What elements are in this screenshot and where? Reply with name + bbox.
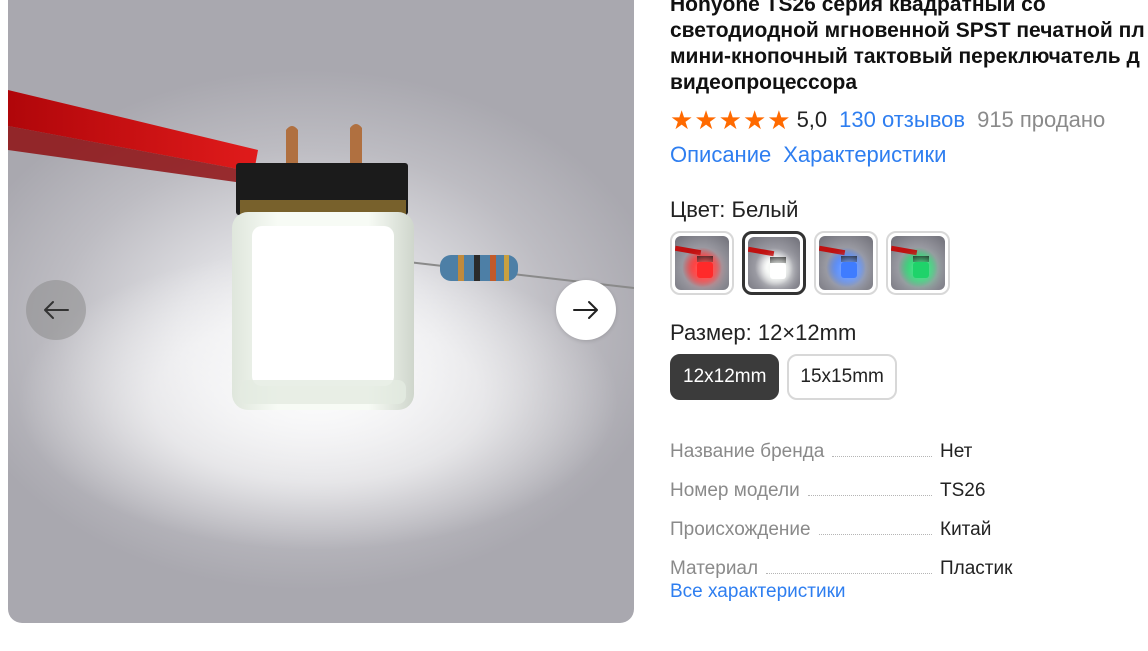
tab-specifications[interactable]: Характеристики [783,142,946,168]
product-title-line: светодиодной мгновенной SPST печатной пл [670,19,1145,42]
rating-stars: ★ ★ ★ ★ ★ [670,107,791,133]
spec-leader [832,455,932,457]
product-photo [8,90,634,550]
led-cap-shape [770,263,786,279]
spec-name: Название бренда [670,441,825,462]
product-title-line: видеопроцессора [670,71,858,94]
product-title-line: Honyone TS26 серия квадратный со [670,0,1046,16]
rating-row: ★ ★ ★ ★ ★ 5,0 130 отзывов 915 продано [670,106,1105,134]
color-swatch-green[interactable] [886,231,950,295]
arrow-right-icon [573,301,598,319]
spec-value: Китай [940,519,992,540]
led-cap-shape [697,262,713,278]
star-icon: ★ [767,105,791,135]
product-title-line: мини-кнопочный тактовый переключатель д [670,45,1140,68]
spec-name: Номер модели [670,480,800,501]
all-specifications-link[interactable]: Все характеристики [670,581,846,603]
spec-name: Материал [670,558,759,579]
color-swatch-blue[interactable] [814,231,878,295]
color-swatches [670,231,950,295]
size-option-12x12[interactable]: 12x12mm [670,354,780,400]
star-icon: ★ [670,105,694,135]
color-swatch-thumbnail [819,236,873,290]
color-swatch-thumbnail [748,237,800,289]
probe-shape [748,246,775,257]
next-image-button[interactable] [556,280,616,340]
probe-shape [891,245,918,256]
spec-leader [807,494,932,496]
led-cap-shape [841,262,857,278]
color-swatch-thumbnail [675,236,729,290]
tab-description[interactable]: Описание [670,142,771,168]
spec-value: TS26 [940,480,986,501]
color-swatch-thumbnail [891,236,945,290]
sold-count: 915 продано [977,107,1106,132]
spec-leader [766,572,932,574]
probe-shape [819,245,846,256]
size-options: 12x12mm 15x15mm [670,354,897,400]
specs-list: Название бренда Нет Номер модели TS26 Пр… [670,424,1030,580]
spec-leader [818,533,932,535]
color-swatch-red[interactable] [670,231,734,295]
size-option-15x15[interactable]: 15x15mm [787,354,897,400]
previous-image-button[interactable] [26,280,86,340]
spec-value: Нет [940,441,973,462]
spec-row: Материал Пластик [670,541,1030,580]
spec-row: Номер модели TS26 [670,463,1030,502]
spec-row: Название бренда Нет [670,424,1030,463]
size-label: Размер: 12×12mm [670,320,857,345]
rating-value: 5,0 [796,107,828,132]
color-swatch-white[interactable] [742,231,806,295]
spec-value: Пластик [940,558,1013,579]
star-icon: ★ [718,105,742,135]
star-icon: ★ [694,105,718,135]
spec-name: Происхождение [670,519,811,540]
product-tabs: Описание Характеристики [670,142,946,168]
led-cap-shape [913,262,929,278]
arrow-left-icon [44,301,69,319]
product-title: Honyone TS26 серия квадратный со светоди… [670,0,1148,96]
color-label: Цвет: Белый [670,197,799,222]
product-image-gallery [8,0,634,623]
spec-row: Происхождение Китай [670,502,1030,541]
probe-shape [675,245,702,256]
star-icon: ★ [742,105,767,135]
reviews-link[interactable]: 130 отзывов [839,107,965,133]
